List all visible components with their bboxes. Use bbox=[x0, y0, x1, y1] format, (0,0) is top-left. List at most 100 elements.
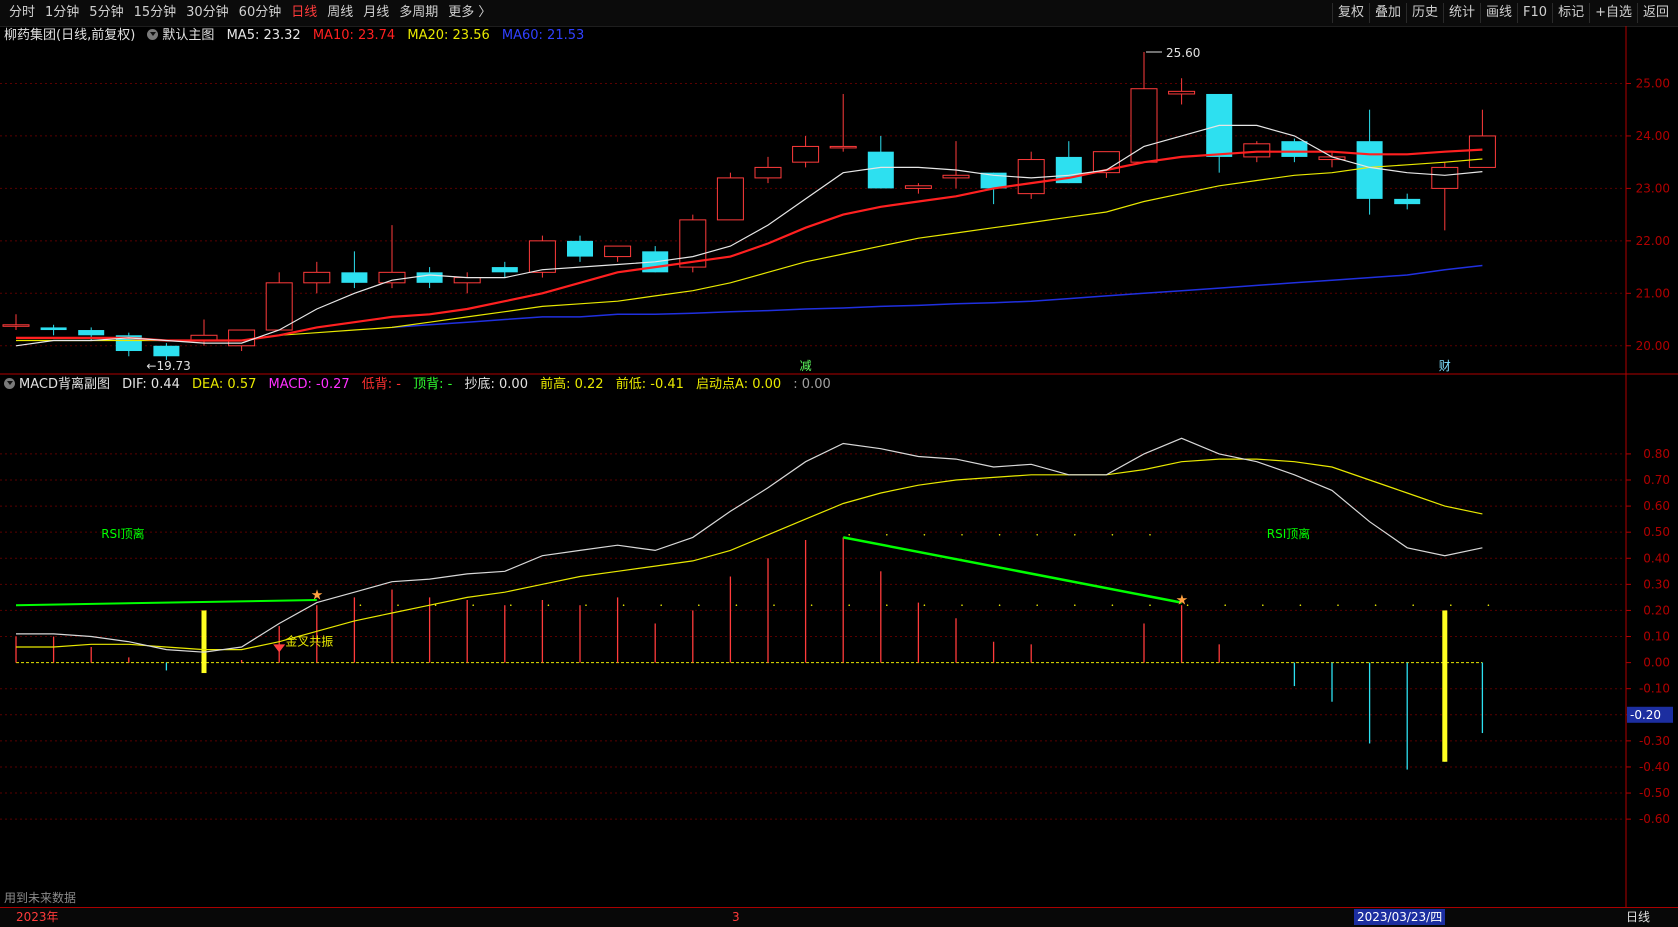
candle-body-up bbox=[1017, 159, 1045, 195]
candle-body-up bbox=[604, 245, 632, 258]
candle-body-down bbox=[491, 267, 518, 273]
sub-y-tick-label: 0.70 bbox=[1643, 473, 1670, 487]
ma5-line bbox=[15, 124, 1483, 347]
sub-y-tick-label: -0.40 bbox=[1639, 760, 1670, 774]
candle-body-down bbox=[416, 272, 443, 283]
level-dot bbox=[1111, 604, 1114, 607]
main-y-tick-label: 21.00 bbox=[1636, 286, 1670, 300]
main-y-tick-label: 20.00 bbox=[1636, 339, 1670, 353]
level-dot bbox=[1036, 604, 1038, 607]
level-dot bbox=[1036, 533, 1038, 536]
level-dot bbox=[1224, 604, 1226, 607]
candle-body-down bbox=[867, 151, 894, 189]
level-dot bbox=[1450, 604, 1452, 607]
future-data-note: 用到未来数据 bbox=[4, 891, 77, 905]
level-dot bbox=[510, 604, 512, 607]
main-y-tick-label: 23.00 bbox=[1636, 181, 1670, 195]
sub-y-tick-label: -0.30 bbox=[1639, 734, 1670, 748]
candle-body-up bbox=[1168, 90, 1196, 95]
level-dot bbox=[397, 604, 399, 607]
level-dot bbox=[660, 604, 662, 607]
sub-y-tick-label: 0.10 bbox=[1643, 630, 1670, 644]
dea-line bbox=[16, 458, 1483, 651]
current-value-tag: -0.20 bbox=[1630, 708, 1661, 722]
sub-y-tick-label: 0.00 bbox=[1643, 656, 1670, 670]
level-dot bbox=[585, 604, 587, 607]
candle-body-down bbox=[567, 240, 593, 257]
event-marker-1: 财 bbox=[1439, 359, 1451, 373]
candle-body-down bbox=[78, 330, 105, 336]
candle-body-up bbox=[829, 145, 857, 149]
golden-cross-label: 金叉共振 bbox=[285, 634, 333, 649]
candle-body-up bbox=[716, 177, 744, 221]
runner-icon: ★ bbox=[311, 587, 324, 603]
sub-y-tick-label: 0.30 bbox=[1643, 577, 1670, 591]
level-dot bbox=[961, 604, 963, 607]
sub-y-tick-label: 0.80 bbox=[1643, 447, 1670, 461]
year-label: 2023年 bbox=[16, 910, 59, 924]
main-y-tick-label: 25.00 bbox=[1636, 76, 1670, 90]
low-price-label: ←19.73 bbox=[146, 359, 190, 373]
sub-y-tick-label: 0.50 bbox=[1643, 525, 1670, 539]
rsi-divergence-label: RSI顶离 bbox=[101, 526, 145, 541]
level-dot bbox=[622, 604, 625, 607]
kline-chart[interactable]: 25.00 24.00 23.00 22.00 21.00 20.00 25.60 ←19.7… bbox=[0, 0, 1678, 907]
level-dot bbox=[773, 604, 775, 607]
event-marker-0: 减 bbox=[800, 359, 812, 373]
level-dot bbox=[1149, 533, 1151, 536]
level-dot bbox=[923, 604, 926, 607]
candle-body-up bbox=[904, 185, 932, 189]
level-dot bbox=[998, 604, 1001, 607]
sub-y-tick-label: 0.60 bbox=[1643, 499, 1670, 513]
level-dot bbox=[1337, 604, 1339, 607]
divergence-line-green bbox=[842, 536, 1182, 604]
signal-yellow-bar bbox=[1442, 610, 1448, 762]
level-dot bbox=[698, 604, 700, 607]
candle-body-up bbox=[1431, 166, 1459, 189]
level-dot bbox=[923, 533, 926, 536]
high-price-label: 25.60 bbox=[1166, 46, 1200, 60]
main-y-tick-label: 24.00 bbox=[1636, 129, 1670, 143]
sub-y-tick-label: -0.60 bbox=[1639, 812, 1670, 826]
level-dot bbox=[848, 604, 850, 607]
sub-y-tick-label: 0.20 bbox=[1643, 603, 1670, 617]
level-dot bbox=[1374, 604, 1377, 607]
candle-body-up bbox=[265, 282, 293, 331]
candle-body-up bbox=[1130, 88, 1158, 163]
level-dot bbox=[1074, 604, 1076, 607]
candle-body-up bbox=[528, 240, 556, 273]
month-label: 3 bbox=[732, 910, 740, 924]
candle-body-down bbox=[1356, 141, 1383, 199]
signal-yellow-bar bbox=[201, 610, 207, 674]
golden-cross-icon bbox=[273, 644, 286, 653]
candle-body-down bbox=[40, 327, 67, 331]
rsi-divergence-label: RSI顶离 bbox=[1267, 526, 1311, 541]
candle-body-down bbox=[341, 272, 368, 283]
candle-body-up bbox=[1468, 135, 1496, 168]
candle-body-up bbox=[754, 166, 782, 179]
level-dot bbox=[1262, 604, 1264, 607]
candle-body-up bbox=[453, 277, 481, 284]
candle-body-up bbox=[2, 324, 30, 327]
level-dot bbox=[810, 604, 813, 607]
level-dot bbox=[1412, 604, 1414, 607]
sub-y-tick-label: -0.10 bbox=[1639, 682, 1670, 696]
sub-y-tick-label: 0.40 bbox=[1643, 551, 1670, 565]
candle-body-up bbox=[942, 174, 970, 179]
candle-body-down bbox=[1281, 141, 1308, 157]
level-dot bbox=[998, 533, 1001, 536]
runner-icon: ★ bbox=[1176, 593, 1189, 609]
period-label[interactable]: 日线 bbox=[1626, 909, 1650, 925]
level-dot bbox=[1111, 533, 1114, 536]
time-axis-bar: 2023年 3 2023/03/23/四 日线 bbox=[0, 907, 1678, 927]
dif-line bbox=[16, 437, 1483, 653]
candle-body-up bbox=[303, 271, 331, 284]
cursor-date-label: 2023/03/23/四 bbox=[1354, 909, 1446, 925]
level-dot bbox=[1487, 604, 1490, 607]
level-dot bbox=[472, 604, 475, 607]
level-dot bbox=[735, 604, 738, 607]
candle-body-up bbox=[792, 145, 820, 163]
ma60-line bbox=[391, 264, 1483, 329]
support-line-green bbox=[15, 599, 317, 607]
level-dot bbox=[961, 533, 963, 536]
